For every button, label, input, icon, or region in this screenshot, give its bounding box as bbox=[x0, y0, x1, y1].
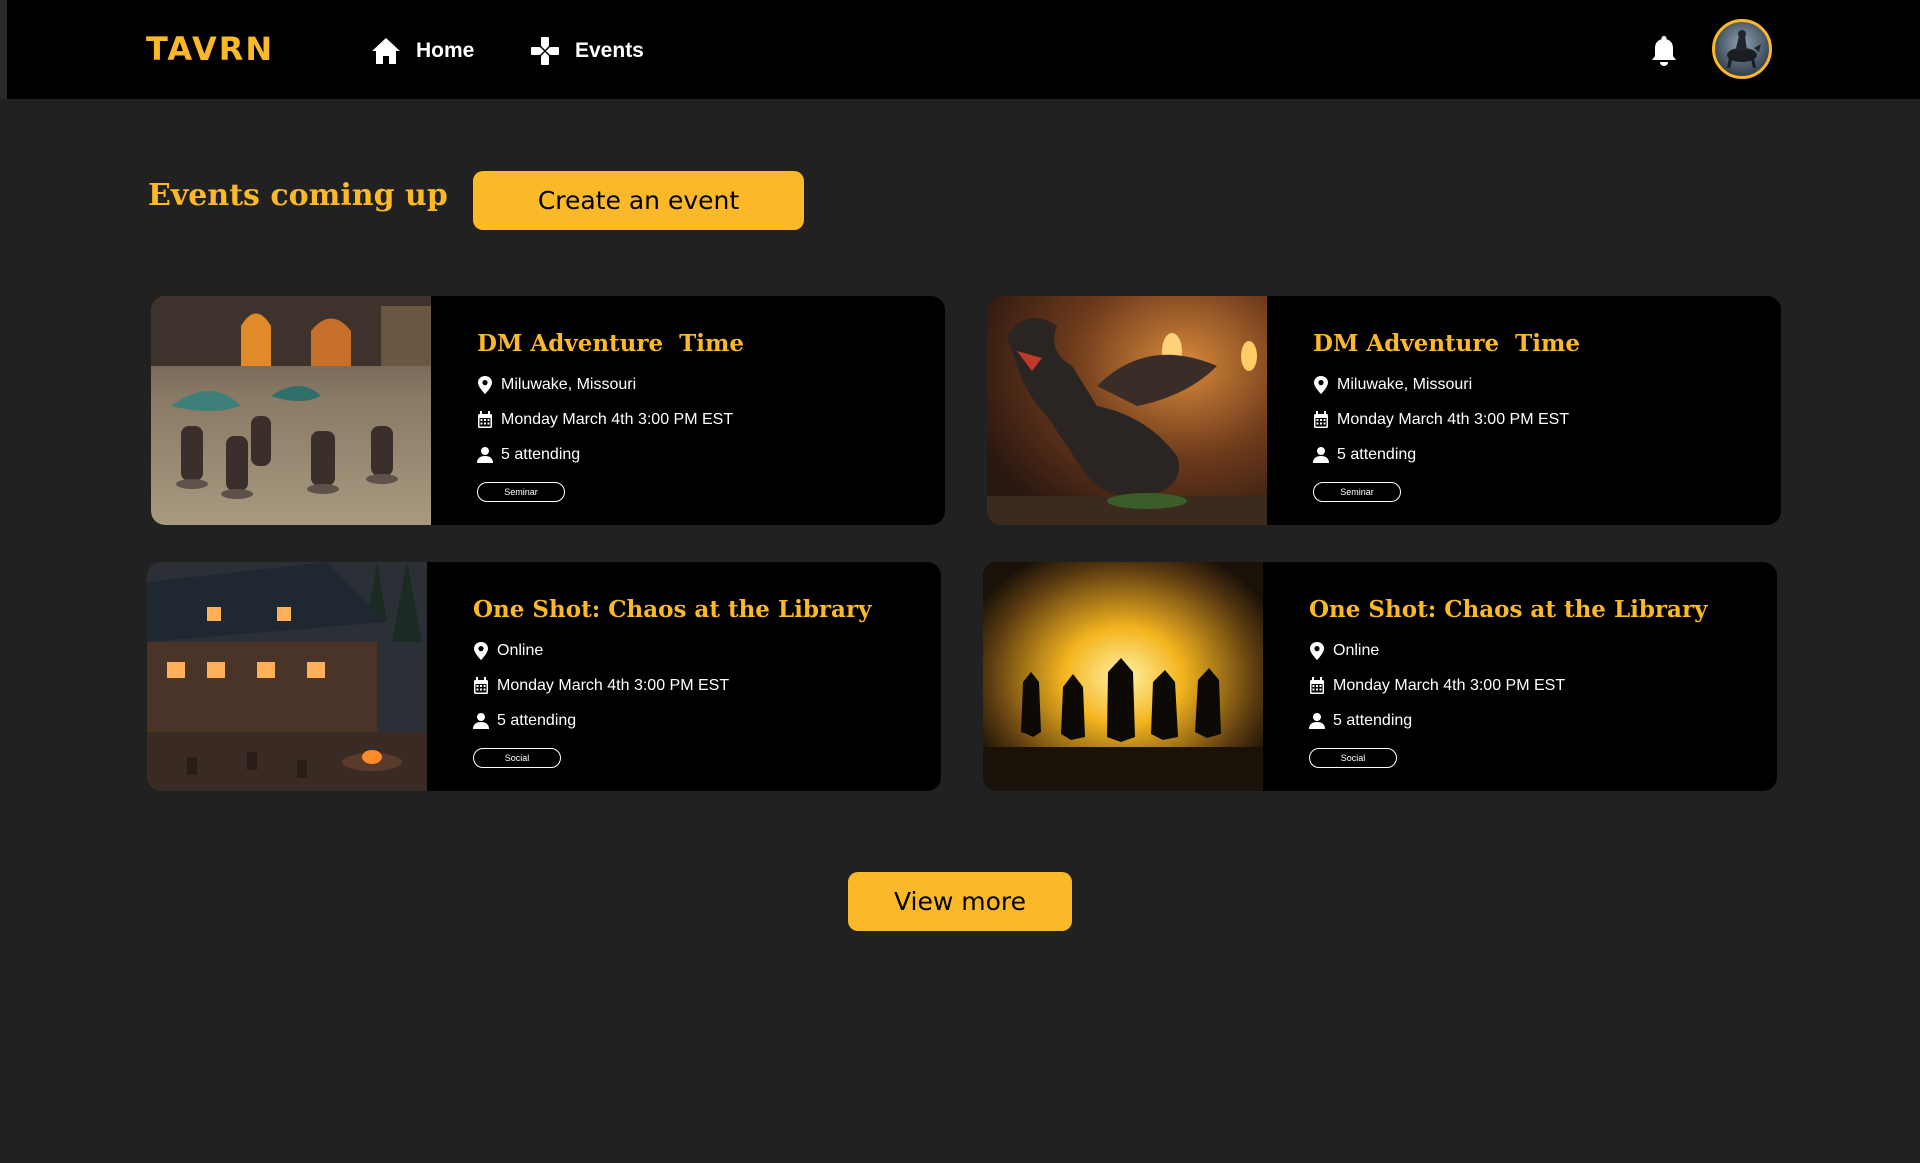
nav-home-label: Home bbox=[416, 39, 475, 62]
event-date-text: Monday March 4th 3:00 PM EST bbox=[497, 677, 730, 694]
event-title[interactable]: DM Adventure Time bbox=[477, 330, 744, 357]
event-date: Monday March 4th 3:00 PM EST bbox=[1313, 409, 1569, 431]
nav-home[interactable]: Home bbox=[370, 34, 474, 68]
event-location-text: Online bbox=[497, 642, 544, 659]
event-attendance-text: 5 attending bbox=[1333, 712, 1413, 729]
event-title[interactable]: DM Adventure Time bbox=[1313, 330, 1580, 357]
heroes-silhouette-image bbox=[983, 562, 1263, 791]
dragon-miniature-image bbox=[987, 296, 1267, 525]
bell-icon[interactable] bbox=[1649, 34, 1679, 68]
event-date: Monday March 4th 3:00 PM EST bbox=[1309, 675, 1565, 697]
view-more-button[interactable]: View more bbox=[848, 872, 1072, 931]
event-title[interactable]: One Shot: Chaos at the Library bbox=[1309, 596, 1707, 623]
event-attendance-text: 5 attending bbox=[497, 712, 577, 729]
event-attendance-text: 5 attending bbox=[1337, 446, 1417, 463]
window-edge bbox=[0, 0, 7, 99]
event-card[interactable]: One Shot: Chaos at the Library Online Mo… bbox=[147, 562, 941, 791]
event-attendance-text: 5 attending bbox=[501, 446, 581, 463]
event-date-text: Monday March 4th 3:00 PM EST bbox=[501, 411, 734, 428]
event-card[interactable]: One Shot: Chaos at the Library Online Mo… bbox=[983, 562, 1777, 791]
nav-events[interactable]: Events bbox=[529, 34, 644, 68]
map-pin-icon bbox=[1314, 376, 1328, 394]
gamepad-icon bbox=[531, 37, 559, 65]
map-pin-icon bbox=[1310, 642, 1324, 660]
user-icon bbox=[1313, 447, 1329, 463]
event-date: Monday March 4th 3:00 PM EST bbox=[473, 675, 729, 697]
event-attendance: 5 attending bbox=[1309, 710, 1412, 732]
top-navigation-bar bbox=[7, 0, 1920, 99]
nav-events-label: Events bbox=[575, 39, 644, 62]
event-location-text: Miluwake, Missouri bbox=[1337, 376, 1473, 393]
map-pin-icon bbox=[478, 376, 492, 394]
event-attendance: 5 attending bbox=[1313, 444, 1416, 466]
event-card-body: One Shot: Chaos at the Library Online Mo… bbox=[1309, 562, 1767, 791]
event-date: Monday March 4th 3:00 PM EST bbox=[477, 409, 733, 431]
tavrn-logo[interactable]: TAVRN bbox=[146, 30, 274, 68]
user-icon bbox=[1309, 713, 1325, 729]
calendar-icon bbox=[478, 411, 492, 428]
event-date-text: Monday March 4th 3:00 PM EST bbox=[1333, 677, 1566, 694]
event-location-text: Online bbox=[1333, 642, 1380, 659]
map-pin-icon bbox=[474, 642, 488, 660]
event-location-text: Miluwake, Missouri bbox=[501, 376, 637, 393]
create-event-button[interactable]: Create an event bbox=[473, 171, 804, 230]
calendar-icon bbox=[474, 677, 488, 694]
event-card-body: One Shot: Chaos at the Library Online Mo… bbox=[473, 562, 931, 791]
event-card[interactable]: DM Adventure Time Miluwake, Missouri Mon… bbox=[987, 296, 1781, 525]
home-icon bbox=[372, 38, 400, 64]
event-attendance: 5 attending bbox=[477, 444, 580, 466]
event-location: Miluwake, Missouri bbox=[477, 374, 636, 396]
event-location: Online bbox=[473, 640, 543, 662]
event-date-text: Monday March 4th 3:00 PM EST bbox=[1337, 411, 1570, 428]
tavern-night-image bbox=[147, 562, 427, 791]
event-card[interactable]: DM Adventure Time Miluwake, Missouri Mon… bbox=[151, 296, 945, 525]
event-tag[interactable]: Seminar bbox=[477, 482, 565, 502]
user-icon bbox=[473, 713, 489, 729]
event-location: Miluwake, Missouri bbox=[1313, 374, 1472, 396]
page-title: Events coming up bbox=[148, 178, 448, 213]
calendar-icon bbox=[1314, 411, 1328, 428]
event-tag[interactable]: Social bbox=[1309, 748, 1397, 768]
user-avatar[interactable] bbox=[1712, 19, 1772, 79]
event-attendance: 5 attending bbox=[473, 710, 576, 732]
event-tag[interactable]: Social bbox=[473, 748, 561, 768]
user-icon bbox=[477, 447, 493, 463]
event-title[interactable]: One Shot: Chaos at the Library bbox=[473, 596, 871, 623]
event-card-body: DM Adventure Time Miluwake, Missouri Mon… bbox=[1313, 296, 1771, 525]
event-tag[interactable]: Seminar bbox=[1313, 482, 1401, 502]
event-location: Online bbox=[1309, 640, 1379, 662]
miniatures-battle-image bbox=[151, 296, 431, 525]
event-card-body: DM Adventure Time Miluwake, Missouri Mon… bbox=[477, 296, 935, 525]
calendar-icon bbox=[1310, 677, 1324, 694]
knight-rider-icon bbox=[1727, 30, 1761, 68]
